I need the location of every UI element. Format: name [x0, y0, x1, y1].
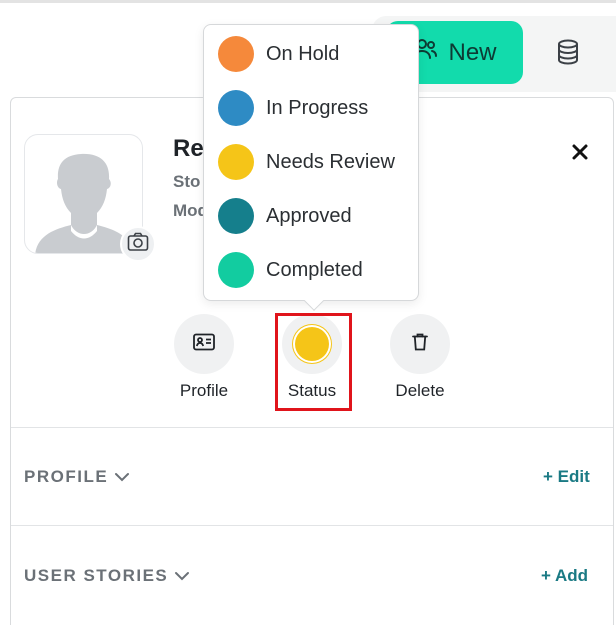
id-card-icon: [193, 333, 215, 356]
status-option-label: Needs Review: [266, 150, 395, 173]
close-icon: [571, 143, 589, 166]
profile-section-toggle[interactable]: PROFILE: [24, 467, 130, 487]
status-option-needs-review[interactable]: Needs Review: [218, 142, 395, 182]
record-name: Re: [173, 135, 204, 162]
status-action-label: Status: [287, 381, 337, 400]
trash-icon: [411, 332, 429, 357]
user-stories-section-title: USER STORIES: [24, 566, 169, 585]
new-button-label: New: [448, 38, 497, 66]
status-option-on-hold[interactable]: On Hold: [218, 34, 339, 74]
profile-section-title: PROFILE: [24, 467, 109, 486]
status-dot: [295, 327, 329, 361]
status-option-label: In Progress: [266, 96, 369, 119]
profile-edit-link[interactable]: + Edit: [543, 467, 590, 487]
database-icon: [556, 39, 580, 70]
user-stories-section-toggle[interactable]: USER STORIES: [24, 566, 190, 586]
status-option-completed[interactable]: Completed: [218, 250, 363, 290]
close-button[interactable]: [566, 140, 594, 168]
status-dropdown: On Hold In Progress Needs Review Approve…: [203, 24, 419, 311]
status-option-approved[interactable]: Approved: [218, 196, 352, 236]
status-option-label: Approved: [266, 204, 352, 227]
status-option-label: Completed: [266, 258, 363, 281]
status-button[interactable]: [282, 314, 342, 374]
status-swatch: [218, 252, 254, 288]
change-photo-button[interactable]: [120, 226, 156, 262]
chevron-down-icon: [174, 566, 190, 586]
status-swatch: [218, 90, 254, 126]
camera-icon: [127, 232, 149, 257]
status-swatch: [218, 198, 254, 234]
profile-action: Profile: [174, 314, 234, 400]
record-subtitle: Sto: [173, 172, 201, 191]
status-option-in-progress[interactable]: In Progress: [218, 88, 368, 128]
database-button[interactable]: [548, 38, 588, 70]
chevron-down-icon: [114, 467, 130, 487]
delete-action: Delete: [390, 314, 450, 400]
section-divider: [11, 427, 613, 428]
user-stories-add-link[interactable]: + Add: [541, 566, 588, 586]
status-swatch: [218, 144, 254, 180]
status-option-label: On Hold: [266, 42, 340, 65]
profile-action-label: Profile: [179, 381, 229, 400]
status-action: Status: [282, 314, 342, 400]
delete-button[interactable]: [390, 314, 450, 374]
status-swatch: [218, 36, 254, 72]
delete-action-label: Delete: [395, 381, 445, 400]
section-divider: [11, 525, 613, 526]
profile-button[interactable]: [174, 314, 234, 374]
top-border: [0, 0, 616, 3]
